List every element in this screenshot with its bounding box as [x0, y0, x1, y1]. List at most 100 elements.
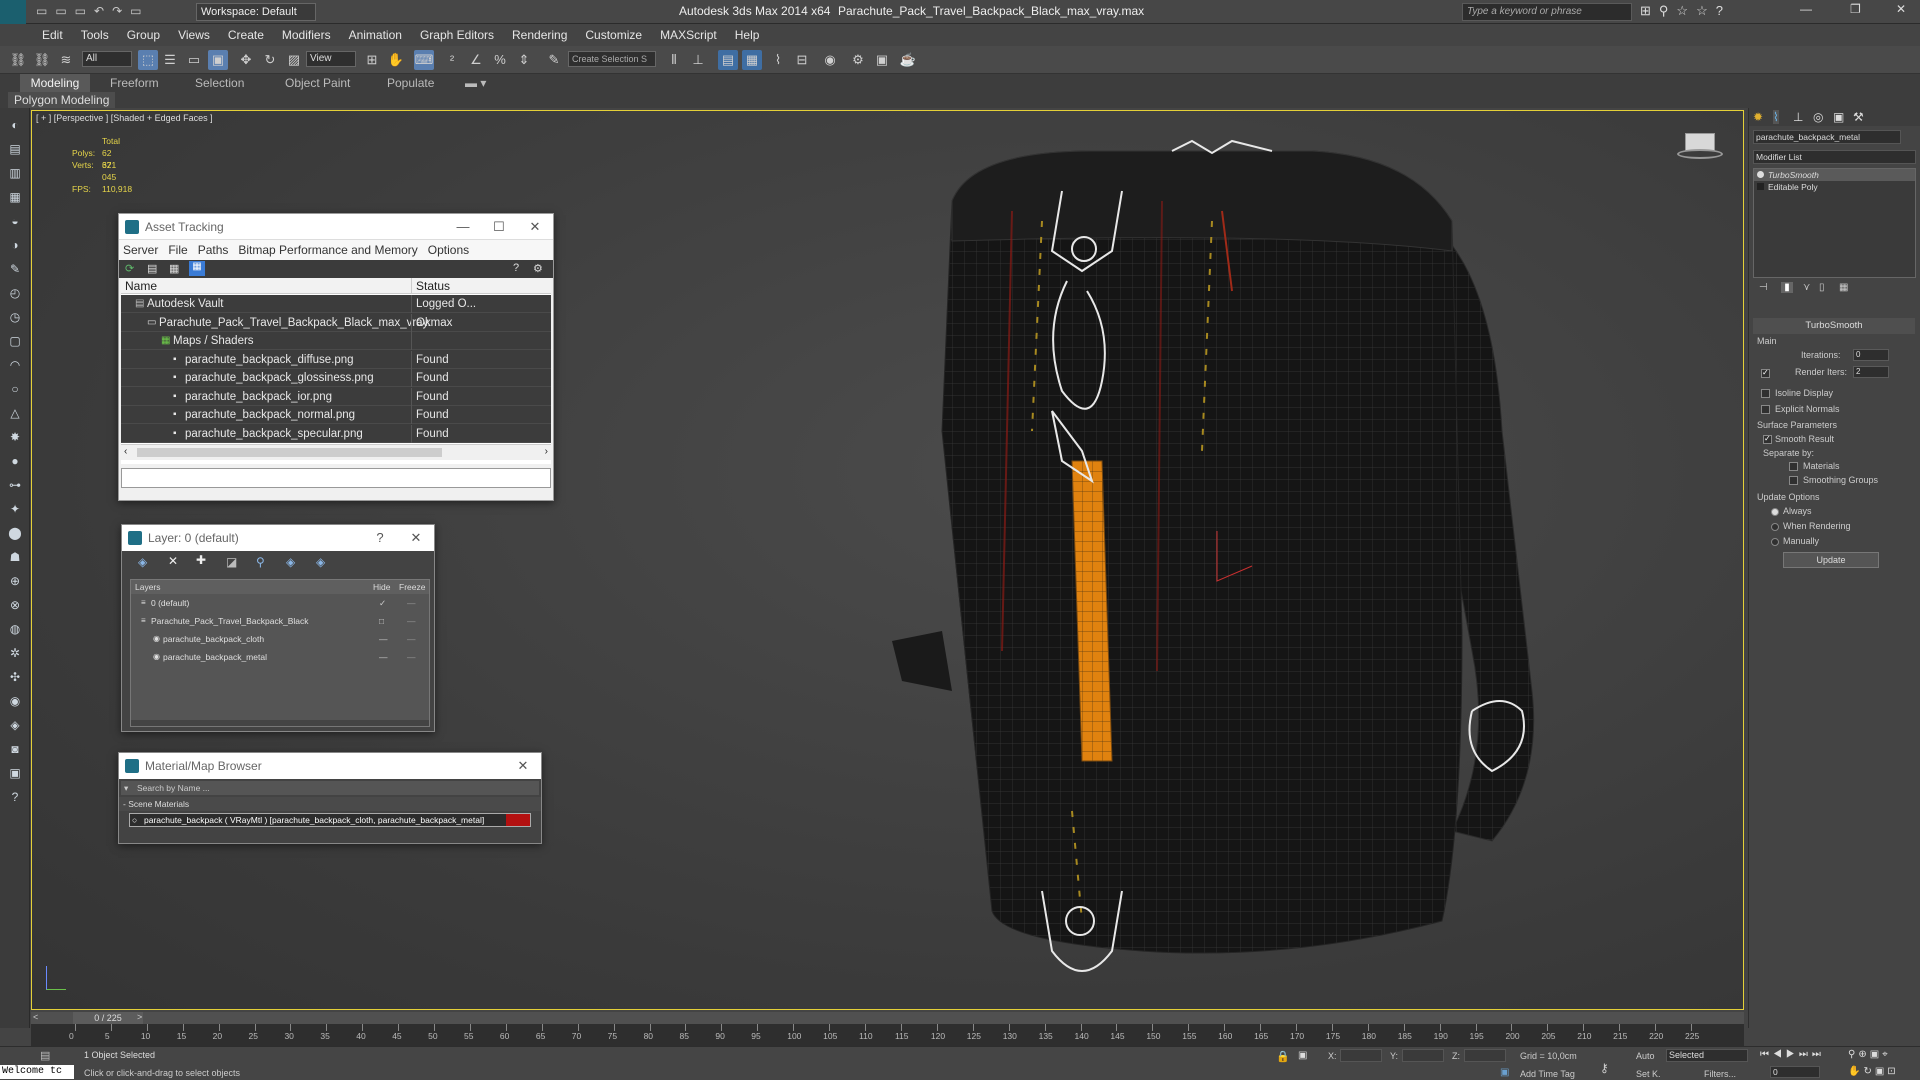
- snaps-toggle-icon[interactable]: ²: [442, 50, 462, 70]
- add-time-tag[interactable]: Add Time Tag: [1520, 1069, 1575, 1079]
- left-tool-icon[interactable]: ⊕: [5, 572, 25, 590]
- hide-all-icon[interactable]: ◈: [286, 555, 295, 569]
- schematic-view-icon[interactable]: ⊟: [792, 50, 812, 70]
- always-radio[interactable]: [1771, 508, 1779, 516]
- modifier-editable-poly[interactable]: Editable Poly: [1754, 181, 1915, 193]
- left-tool-icon[interactable]: ✦: [5, 500, 25, 518]
- material-browser-titlebar[interactable]: Material/Map Browser ✕: [119, 753, 541, 779]
- align-icon[interactable]: ⊥: [688, 50, 708, 70]
- display-tab-icon[interactable]: ▣: [1833, 110, 1844, 124]
- hide-toggle[interactable]: □: [379, 612, 384, 630]
- current-layer-check-icon[interactable]: ✓: [379, 594, 386, 612]
- table-icon[interactable]: ▦: [189, 261, 205, 276]
- hide-toggle[interactable]: —: [379, 630, 388, 648]
- iterations-spinner[interactable]: 0: [1853, 349, 1889, 361]
- tree-icon[interactable]: ▦: [169, 262, 179, 275]
- menu-tools[interactable]: Tools: [72, 24, 118, 46]
- left-tool-icon[interactable]: ◐: [5, 116, 25, 134]
- create-tab-icon[interactable]: ✹: [1753, 110, 1763, 124]
- scale-icon[interactable]: ▨: [284, 50, 304, 70]
- left-tool-icon[interactable]: ✸: [5, 428, 25, 446]
- viewcube-icon[interactable]: [1677, 129, 1723, 159]
- highlight-layer-icon[interactable]: ⚲: [256, 555, 265, 569]
- left-tool-icon[interactable]: ◉: [5, 692, 25, 710]
- link-icon[interactable]: ⛓: [8, 50, 28, 70]
- select-by-name-icon[interactable]: ☰: [160, 50, 180, 70]
- spinner-snap-icon[interactable]: ⇕: [514, 50, 534, 70]
- asset-row[interactable]: ▪ parachute_backpack_glossiness.png Found: [121, 369, 551, 387]
- unlink-icon[interactable]: ⛓: [32, 50, 52, 70]
- menu-modifiers[interactable]: Modifiers: [273, 24, 340, 46]
- configure-sets-icon[interactable]: ▦: [1839, 282, 1848, 293]
- left-tool-icon[interactable]: ?: [5, 788, 25, 806]
- render-iters-spinner[interactable]: 2: [1853, 366, 1889, 378]
- infocenter-icons[interactable]: ⊞⚲☆☆?: [1640, 3, 1731, 19]
- layer-row[interactable]: ≡ 0 (default) ✓ —: [131, 594, 429, 612]
- utilities-tab-icon[interactable]: ⚒: [1853, 110, 1864, 124]
- material-editor-icon[interactable]: ◉: [820, 50, 840, 70]
- left-tool-icon[interactable]: ◠: [5, 356, 25, 374]
- left-tool-icon[interactable]: ✲: [5, 644, 25, 662]
- add-to-layer-icon[interactable]: ✚: [196, 553, 206, 567]
- pivot-icon[interactable]: ⊞: [362, 50, 382, 70]
- left-tool-icon[interactable]: ◴: [5, 284, 25, 302]
- menu-views[interactable]: Views: [169, 24, 219, 46]
- lock-selection-icon[interactable]: 🔒: [1276, 1050, 1290, 1063]
- left-tool-icon[interactable]: ▥: [5, 164, 25, 182]
- col-name[interactable]: Name: [125, 279, 157, 293]
- layer-titlebar[interactable]: Layer: 0 (default) ? ✕: [122, 525, 434, 551]
- scroll-right-icon[interactable]: ›: [545, 446, 548, 457]
- asset-row[interactable]: ▦ Maps / Shaders: [121, 332, 551, 350]
- freeze-all-icon[interactable]: ◈: [316, 555, 325, 569]
- viewport-label[interactable]: [ + ] [Perspective ] [Shaded + Edged Fac…: [36, 113, 213, 123]
- freeze-toggle[interactable]: —: [407, 630, 416, 648]
- manually-radio[interactable]: [1771, 538, 1779, 546]
- left-tool-icon[interactable]: ◈: [5, 716, 25, 734]
- help-icon[interactable]: ?: [513, 262, 519, 274]
- base-object-icon[interactable]: [1757, 183, 1764, 190]
- freeze-toggle[interactable]: —: [407, 648, 416, 666]
- help-icon[interactable]: ?: [362, 525, 398, 551]
- layer-row[interactable]: ≡ Parachute_Pack_Travel_Backpack_Black □ —: [131, 612, 429, 630]
- ref-coord-dropdown[interactable]: View: [306, 51, 356, 67]
- frame-counter[interactable]: 0 / 225: [73, 1012, 143, 1024]
- render-iters-checkbox[interactable]: ✓: [1761, 368, 1770, 378]
- asset-menu-bitmap-performance-and-memory[interactable]: Bitmap Performance and Memory: [238, 243, 417, 257]
- left-tool-icon[interactable]: ⊗: [5, 596, 25, 614]
- isoline-checkbox[interactable]: [1761, 389, 1770, 398]
- search-field[interactable]: Type a keyword or phrase: [1462, 3, 1632, 21]
- left-tool-icon[interactable]: ✣: [5, 668, 25, 686]
- hierarchy-tab-icon[interactable]: ⊥: [1793, 110, 1803, 124]
- set-key-button[interactable]: Set K.: [1636, 1069, 1661, 1079]
- hide-toggle[interactable]: —: [379, 648, 388, 666]
- modifier-turbosmooth[interactable]: TurboSmooth: [1754, 169, 1915, 181]
- menu-group[interactable]: Group: [118, 24, 169, 46]
- key-filter-dropdown[interactable]: Selected: [1666, 1049, 1748, 1062]
- refresh-icon[interactable]: ⟳: [125, 262, 134, 275]
- turbosmooth-header[interactable]: TurboSmooth: [1753, 318, 1915, 334]
- left-tool-icon[interactable]: ◍: [5, 620, 25, 638]
- pin-stack-icon[interactable]: ⊣: [1759, 282, 1768, 293]
- close-icon[interactable]: ✕: [505, 753, 541, 779]
- asset-row[interactable]: ▭ Parachute_Pack_Travel_Backpack_Black_ma…: [121, 313, 551, 332]
- list-icon[interactable]: ▤: [147, 262, 157, 275]
- ribbon-subpanel[interactable]: Polygon Modeling: [8, 92, 116, 108]
- left-tool-icon[interactable]: ◙: [5, 740, 25, 758]
- minimize-icon[interactable]: —: [445, 214, 481, 240]
- dropdown-arrow-icon[interactable]: ▾: [124, 781, 128, 795]
- track-bar[interactable]: 0 5 10 15 20 25 30 35 40 45 50 55 60 65 70 75 80 85 90 95 10…: [31, 1024, 1744, 1046]
- col-freeze[interactable]: Freeze: [399, 580, 425, 594]
- asset-path-field[interactable]: [121, 468, 551, 488]
- window-crossing-icon[interactable]: ▣: [208, 50, 228, 70]
- scene-materials-header[interactable]: - Scene Materials: [119, 797, 541, 811]
- left-tool-icon[interactable]: ✎: [5, 260, 25, 278]
- left-tool-icon[interactable]: ▢: [5, 332, 25, 350]
- playback-controls[interactable]: ⏮◀▶⏭⏭: [1760, 1049, 1825, 1060]
- asset-menu-paths[interactable]: Paths: [198, 243, 229, 257]
- asset-hscrollbar[interactable]: ‹ ›: [121, 444, 551, 460]
- left-tool-icon[interactable]: ○: [5, 380, 25, 398]
- curve-editor-icon[interactable]: ⌇: [768, 50, 788, 70]
- modifier-list-dropdown[interactable]: Modifier List: [1753, 150, 1916, 164]
- maximize-icon[interactable]: ☐: [481, 214, 517, 240]
- tab-populate[interactable]: Populate: [377, 74, 444, 92]
